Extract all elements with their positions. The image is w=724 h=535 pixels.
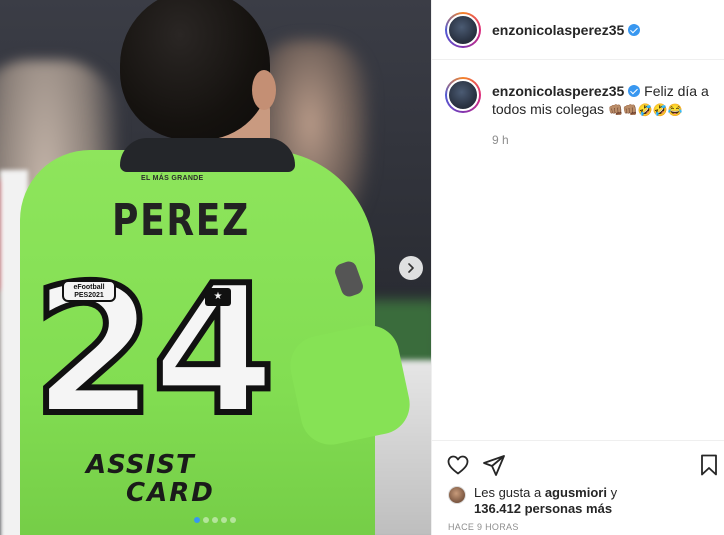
liker-avatar[interactable] [448, 486, 466, 504]
header-avatar-ring[interactable] [445, 11, 481, 48]
pes-logo: eFootball PES2021 [62, 280, 116, 302]
likes-summary: Les gusta a agusmiori y 136.412 personas… [448, 485, 617, 517]
heart-icon [447, 455, 469, 475]
carousel-dot [194, 517, 200, 523]
header-username[interactable]: enzonicolasperez35 [492, 22, 641, 38]
carousel-dot [203, 517, 209, 523]
caption-emojis: 👊🏽👊🏽🤣🤣😂 [607, 103, 683, 117]
club-crest-icon: ★ [205, 288, 231, 306]
send-icon [483, 455, 505, 476]
verified-badge-icon [628, 85, 641, 97]
post-header: enzonicolasperez35 [432, 0, 724, 60]
likes-suffix[interactable]: personas más [521, 501, 612, 516]
jersey-name: PEREZ [112, 195, 250, 246]
bookmark-icon [701, 454, 717, 476]
sponsor-line-1: ASSIST [86, 450, 195, 480]
likes-count[interactable]: 136.412 [474, 501, 521, 516]
like-button[interactable] [446, 453, 470, 477]
post-photo[interactable]: EL MÁS GRANDE PEREZ 24 eFootball PES2021… [0, 0, 431, 535]
caption-username[interactable]: enzonicolasperez35 [492, 83, 624, 99]
share-button[interactable] [482, 453, 506, 477]
post-details-panel: enzonicolasperez35 enzonicolasperez35 Fe… [431, 0, 724, 535]
likes-prefix: Les gusta a [474, 485, 545, 500]
likes-text: Les gusta a agusmiori y 136.412 personas… [474, 485, 617, 517]
likes-mid: y [606, 485, 618, 500]
player-head [120, 0, 270, 140]
caption-body: enzonicolasperez35 Feliz día a todos mis… [492, 77, 714, 149]
post-actions: Les gusta a agusmiori y 136.412 personas… [432, 440, 724, 535]
carousel-indicator [194, 517, 236, 523]
chevron-right-icon [408, 263, 414, 273]
caption-avatar-ring[interactable] [445, 77, 481, 113]
post-timestamp[interactable]: HACE 9 HORAS [448, 522, 519, 532]
sponsor-line-2: CARD [126, 478, 215, 508]
player-ear [252, 70, 276, 110]
carousel-dot [221, 517, 227, 523]
liker-username[interactable]: agusmiori [545, 485, 607, 500]
carousel-next-button[interactable] [399, 256, 423, 280]
jersey-collar [120, 138, 295, 172]
carousel-dot [212, 517, 218, 523]
caption-comment: enzonicolasperez35 Feliz día a todos mis… [445, 77, 715, 149]
save-button[interactable] [697, 453, 721, 477]
avatar[interactable] [447, 13, 479, 46]
header-username-text[interactable]: enzonicolasperez35 [492, 22, 624, 38]
carousel-dot [230, 517, 236, 523]
jersey-tag: EL MÁS GRANDE [141, 175, 204, 182]
caption-avatar[interactable] [447, 79, 479, 111]
caption-time[interactable]: 9 h [492, 131, 714, 149]
verified-badge-icon [628, 23, 641, 36]
